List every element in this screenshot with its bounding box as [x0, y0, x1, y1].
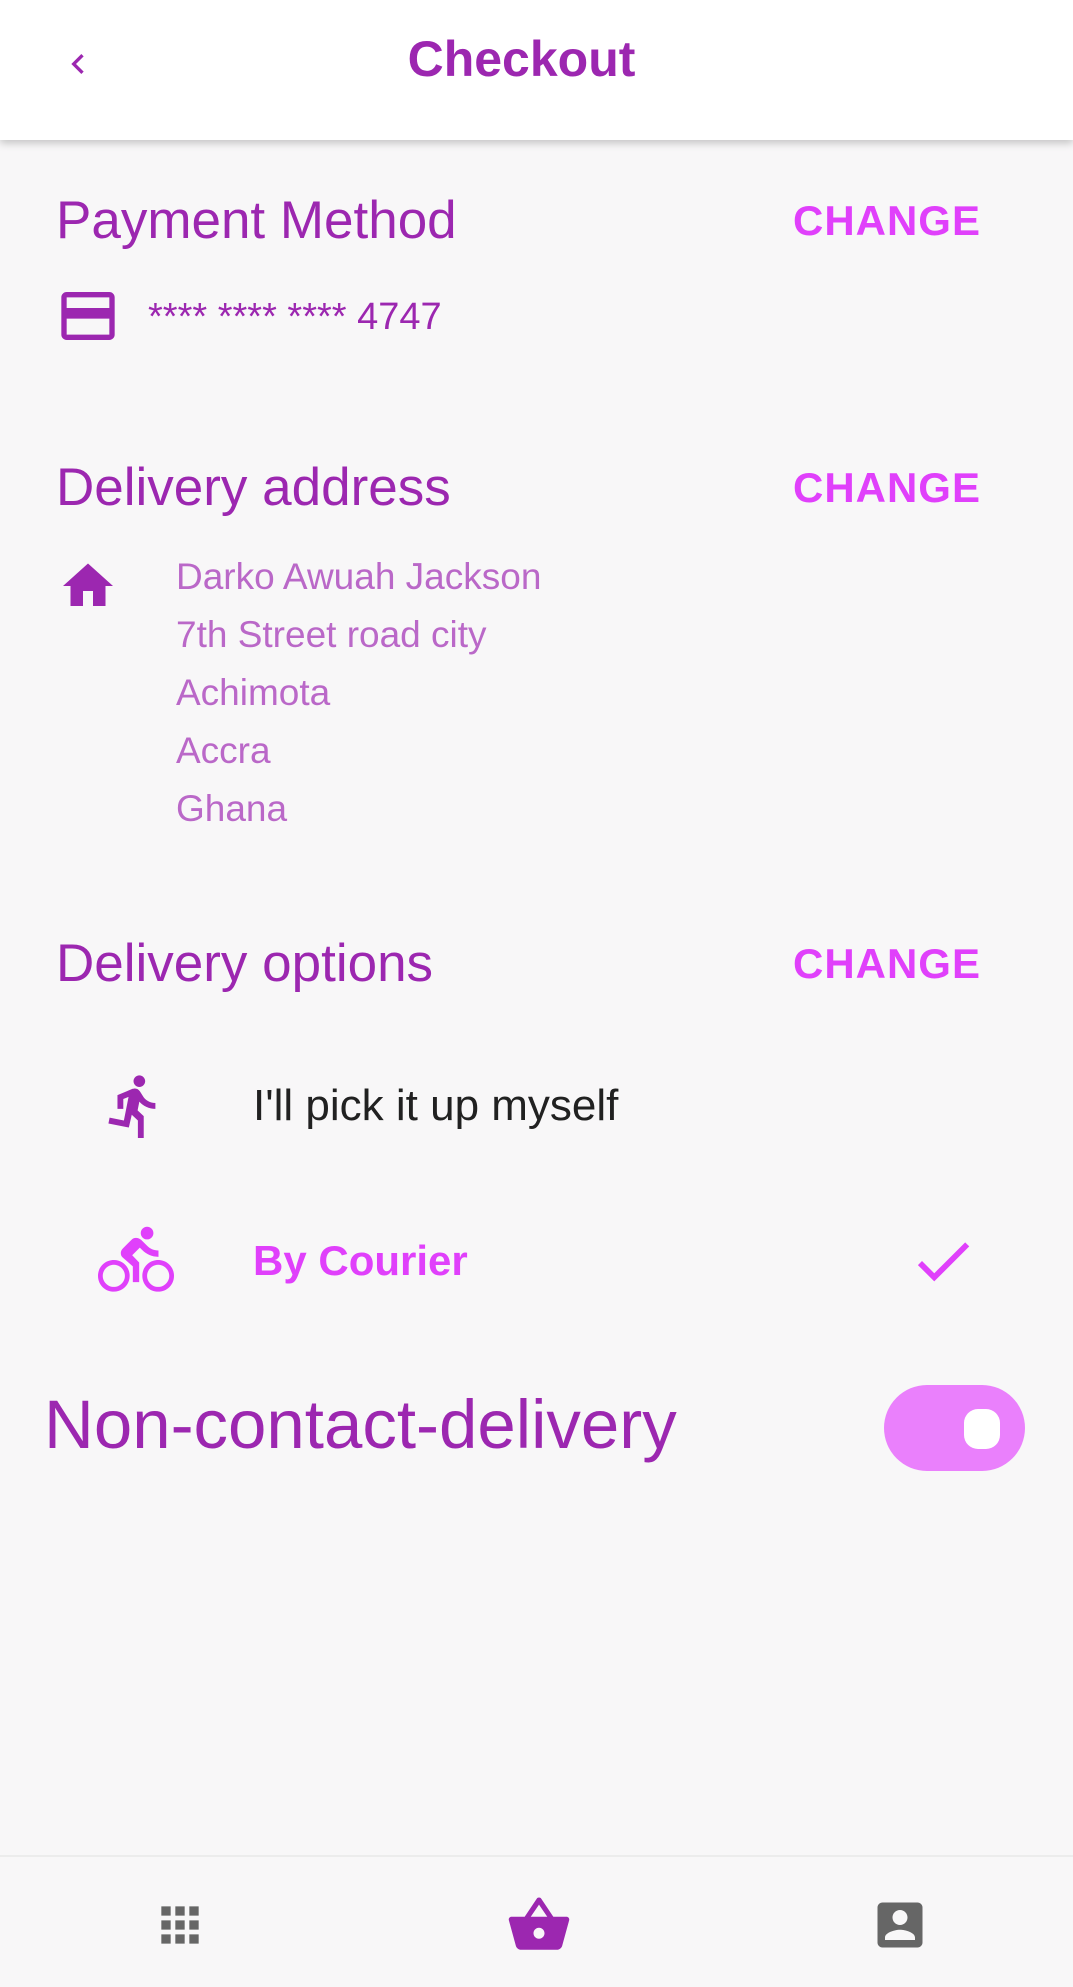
delivery-address-title: Delivery address	[56, 458, 451, 517]
delivery-option-courier[interactable]: By Courier	[0, 1200, 1073, 1320]
payment-method-title: Payment Method	[56, 191, 457, 250]
option-label-pickup: I'll pick it up myself	[253, 1081, 619, 1130]
non-contact-delivery-label: Non-contact-delivery	[44, 1386, 677, 1463]
address-line-name: Darko Awuah Jackson	[176, 556, 542, 597]
bottom-navigation	[0, 1855, 1073, 1987]
shopping-basket-icon	[506, 1892, 572, 1958]
grid-apps-icon	[152, 1897, 208, 1953]
bicycle-icon	[96, 1222, 176, 1298]
nav-catalog[interactable]	[140, 1885, 220, 1965]
address-line-area: Achimota	[176, 672, 331, 713]
home-icon	[56, 556, 120, 616]
checkmark-icon	[908, 1230, 978, 1292]
toggle-knob	[964, 1409, 1000, 1449]
address-line-city: Accra	[176, 730, 271, 771]
checkout-screen: Checkout Payment Method CHANGE **** ****…	[0, 0, 1073, 1987]
option-label-courier: By Courier	[253, 1237, 468, 1284]
non-contact-delivery-toggle[interactable]	[884, 1385, 1025, 1471]
nav-account[interactable]	[860, 1885, 940, 1965]
account-box-icon	[870, 1895, 930, 1955]
card-number: **** **** **** 4747	[148, 296, 442, 338]
credit-card-icon	[56, 292, 120, 348]
nav-basket[interactable]	[499, 1885, 579, 1965]
delivery-option-pickup[interactable]: I'll pick it up myself	[0, 1045, 1073, 1165]
running-person-icon	[100, 1070, 170, 1142]
change-delivery-option-button[interactable]: CHANGE	[793, 940, 981, 988]
app-bar: Checkout	[0, 0, 1073, 140]
address-block: Darko Awuah Jackson 7th Street road city…	[176, 548, 541, 838]
delivery-options-title: Delivery options	[56, 934, 434, 993]
change-address-button[interactable]: CHANGE	[793, 464, 981, 512]
address-line-street: 7th Street road city	[176, 614, 487, 655]
page-title: Checkout	[407, 31, 636, 87]
change-payment-button[interactable]: CHANGE	[793, 197, 981, 245]
address-line-country: Ghana	[176, 788, 288, 829]
